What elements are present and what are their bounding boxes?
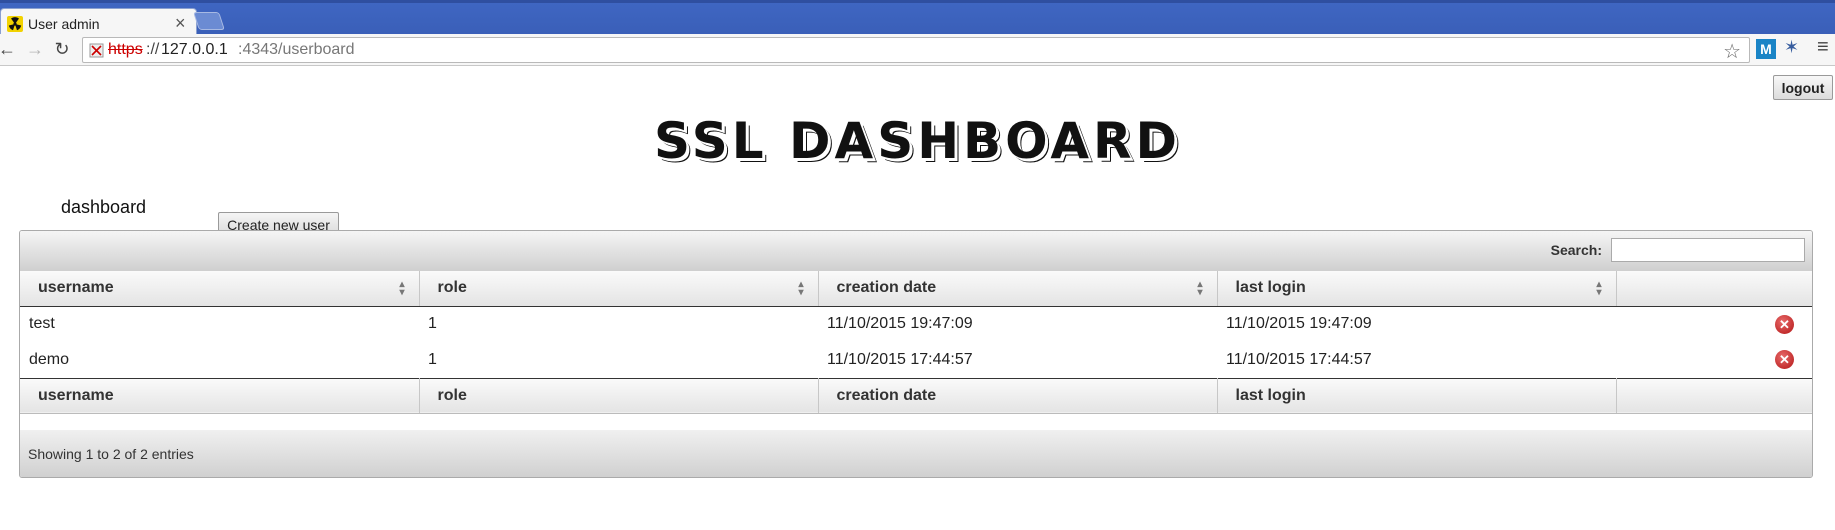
url-path: :4343/userboard [238,41,355,58]
logout-button[interactable]: logout [1773,75,1833,100]
users-grid: username ▴ ▾ role ▴ ▾ creation date ▴ ▾ last l… [20,271,1812,414]
table-toolbar: Search: [20,231,1812,271]
cell-actions: ✕ [1616,306,1812,342]
column-header-label: username [38,279,114,297]
column-footer-username: username [20,377,420,414]
column-header-username[interactable]: username ▴ ▾ [20,271,420,307]
cell-last-login: 11/10/2015 17:44:57 [1217,342,1616,378]
extension-m-icon[interactable]: M [1756,39,1776,59]
column-header-role[interactable]: role ▴ ▾ [419,271,819,307]
reload-icon[interactable]: ↻ [51,38,73,60]
table-footer-bar: Showing 1 to 2 of 2 entries [20,430,1812,477]
column-footer-actions [1616,377,1812,414]
cell-username: test [20,306,419,342]
tab-close-icon[interactable]: × [175,13,186,34]
table-row: demo 1 11/10/2015 17:44:57 11/10/2015 17… [20,342,1812,378]
cell-creation-date: 11/10/2015 17:44:57 [818,342,1217,378]
tab-title: User admin [28,16,100,32]
delete-icon[interactable]: ✕ [1775,314,1794,334]
broken-lock-icon [89,43,104,58]
forward-arrow-icon[interactable]: → [24,38,46,60]
nav-dashboard-link[interactable]: dashboard [61,197,146,218]
table-info: Showing 1 to 2 of 2 entries [28,446,194,462]
cell-creation-date: 11/10/2015 19:47:09 [818,306,1217,342]
page-content: logout SSL DASHBOARD dashboard Create ne… [0,67,1835,530]
back-arrow-icon[interactable]: ← [0,38,18,60]
browser-menu-icon[interactable]: ≡ [1817,36,1829,59]
delete-icon[interactable]: ✕ [1775,350,1794,370]
column-header-label: role [437,279,467,297]
bookmark-star-icon[interactable]: ☆ [1723,39,1741,64]
column-footer-role: role [419,377,819,414]
url-host: 127.0.0.1 [161,41,228,58]
column-header-last-login[interactable]: last login ▴ ▾ [1217,271,1617,307]
browser-tabstrip: User admin × [0,0,1835,37]
column-header-actions [1616,271,1812,307]
url-separator: :// [146,41,160,58]
column-header-creation-date[interactable]: creation date ▴ ▾ [818,271,1218,307]
sort-icon: ▴ ▾ [1197,279,1203,298]
cell-role: 1 [419,342,818,378]
header-row: username ▴ ▾ role ▴ ▾ creation date ▴ ▾ last l… [20,271,1812,307]
cell-role: 1 [419,306,818,342]
sort-icon: ▴ ▾ [798,279,804,298]
sort-icon: ▴ ▾ [1596,279,1602,298]
cell-actions: ✕ [1616,342,1812,378]
column-header-label: last login [1235,279,1306,297]
column-footer-creation-date: creation date [818,377,1218,414]
table-row: test 1 11/10/2015 19:47:09 11/10/2015 19… [20,306,1812,342]
extension-bug-icon[interactable]: ✶ [1784,37,1799,58]
column-footer-last-login: last login [1217,377,1617,414]
new-tab-button[interactable] [193,12,225,30]
page-title: SSL DASHBOARD [653,112,1182,170]
browser-toolbar: ← → ↻ https :// 127.0.0.1 :4343/userboar… [0,34,1835,66]
address-bar[interactable]: https :// 127.0.0.1 :4343/userboard ☆ [82,37,1750,63]
users-table: Search: username ▴ ▾ role ▴ ▾ creation date ▴… [19,230,1813,478]
cell-username: demo [20,342,419,378]
column-header-label: creation date [836,279,937,297]
cell-last-login: 11/10/2015 19:47:09 [1217,306,1616,342]
search-input[interactable] [1611,238,1805,262]
footer-row: username role creation date last login [20,377,1812,414]
radiation-favicon-icon [7,16,23,32]
url-scheme: https [108,41,143,58]
search-label: Search: [1550,242,1602,258]
sort-icon: ▴ ▾ [399,279,405,298]
browser-tab[interactable]: User admin × [0,8,197,37]
